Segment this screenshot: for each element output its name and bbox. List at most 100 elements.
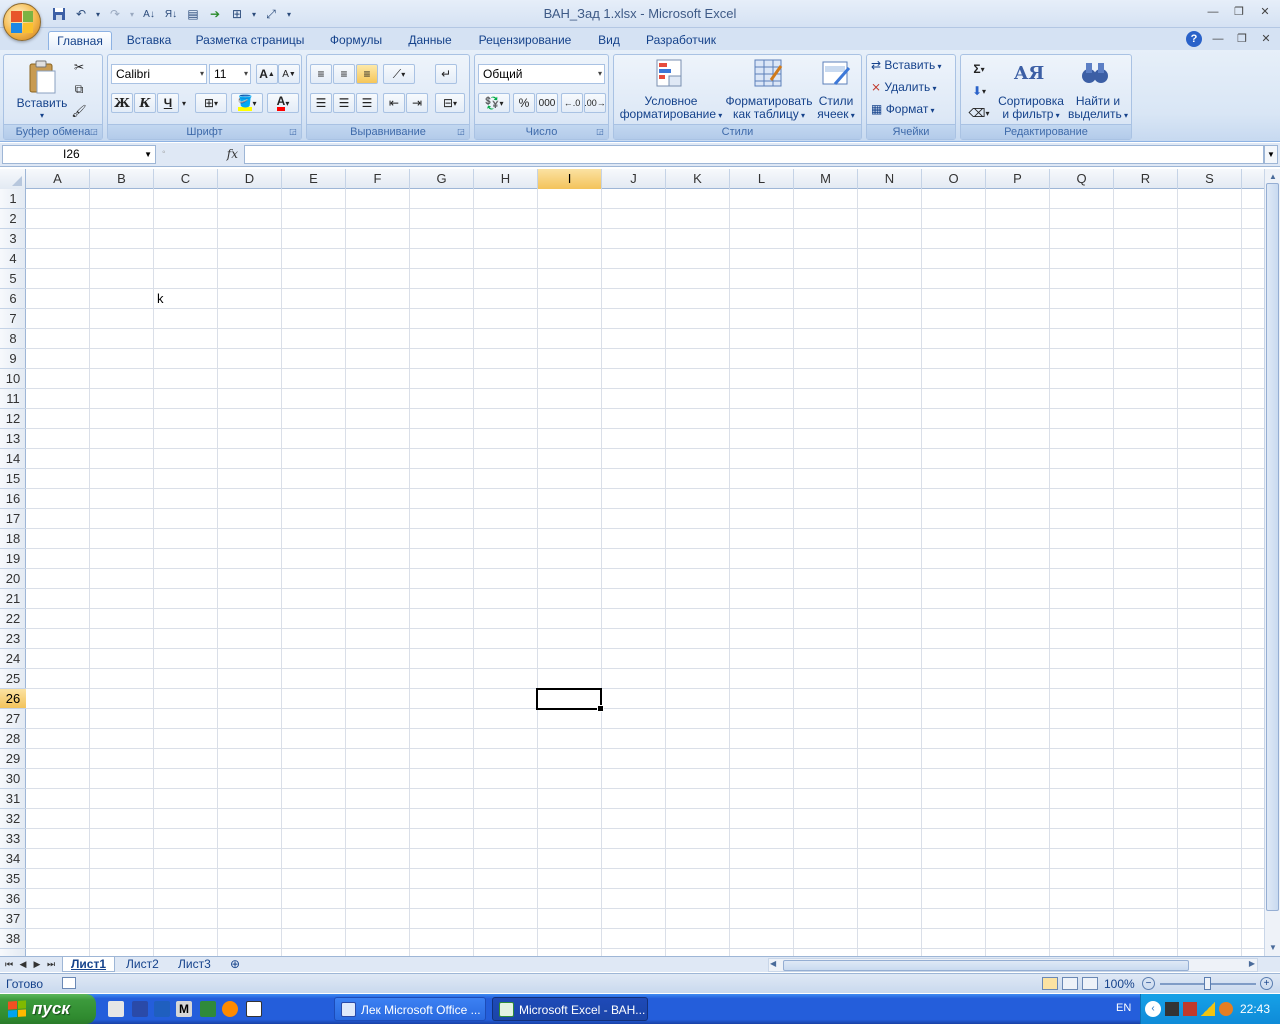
row-header-21[interactable]: 21 [0, 589, 26, 609]
row-header-35[interactable]: 35 [0, 869, 26, 889]
scroll-down-icon[interactable]: ▼ [1265, 940, 1280, 956]
last-sheet-icon[interactable]: ⏭ [44, 957, 58, 972]
cell-styles-button[interactable]: Стили ячеек ▾ [812, 95, 860, 122]
expand-formula-bar-icon[interactable]: ▼ [1264, 145, 1278, 164]
row-header-34[interactable]: 34 [0, 849, 26, 869]
scroll-left-icon[interactable]: ◀ [770, 959, 776, 968]
row-header-12[interactable]: 12 [0, 409, 26, 429]
percent-button[interactable]: % [513, 93, 535, 113]
align-left-icon[interactable]: ☰ [310, 93, 332, 113]
tab-data[interactable]: Данные [400, 31, 460, 51]
accounting-format-icon[interactable]: 💱 ▾ [478, 93, 510, 113]
insert-function-button[interactable]: fx [227, 147, 238, 161]
row-header-25[interactable]: 25 [0, 669, 26, 689]
start-button[interactable]: пуск [0, 994, 96, 1024]
language-indicator[interactable]: EN [1116, 1002, 1131, 1014]
clipboard-launcher-icon[interactable]: ◲ [89, 127, 99, 137]
align-top-icon[interactable]: ≡ [310, 64, 332, 84]
page-layout-view-icon[interactable] [1062, 977, 1078, 990]
thousands-button[interactable]: 000 [536, 93, 558, 113]
merge-center-icon[interactable]: ⊟ ▾ [435, 93, 465, 113]
sheet-tab-3[interactable]: Лист3 [170, 957, 219, 972]
select-all-button[interactable] [0, 169, 26, 189]
column-header-r[interactable]: R [1114, 169, 1178, 189]
row-header-36[interactable]: 36 [0, 889, 26, 909]
quicklaunch-app-icon[interactable] [132, 1001, 148, 1017]
underline-button[interactable]: Ч [157, 93, 179, 113]
sheet-tab-1[interactable]: Лист1 [62, 957, 116, 972]
quicklaunch-m-icon[interactable]: M [176, 1001, 192, 1017]
tray-app-icon[interactable] [1165, 1002, 1179, 1016]
increase-indent-icon[interactable]: ⇥ [406, 93, 428, 113]
row-header-19[interactable]: 19 [0, 549, 26, 569]
row-header-32[interactable]: 32 [0, 809, 26, 829]
row-header-16[interactable]: 16 [0, 489, 26, 509]
alignment-launcher-icon[interactable]: ◲ [456, 127, 466, 137]
grow-font-button[interactable]: A ▲ [256, 64, 278, 84]
help-icon[interactable]: ? [1186, 31, 1202, 47]
restore-icon[interactable]: ❐ [1230, 4, 1248, 20]
minimize-icon[interactable]: — [1204, 4, 1222, 20]
column-header-b[interactable]: B [90, 169, 154, 189]
zoom-slider-knob[interactable] [1204, 977, 1211, 990]
decrease-decimal-icon[interactable]: .00→ [584, 93, 606, 113]
column-header-i[interactable]: I [538, 169, 602, 189]
row-header-27[interactable]: 27 [0, 709, 26, 729]
paste-icon[interactable] [26, 59, 58, 95]
macro-record-icon[interactable] [62, 977, 76, 989]
shrink-font-button[interactable]: A ▼ [278, 64, 300, 84]
vertical-scrollbar[interactable]: ▲ ▼ [1264, 169, 1280, 956]
column-header-d[interactable]: D [218, 169, 282, 189]
column-header-g[interactable]: G [410, 169, 474, 189]
normal-view-icon[interactable] [1042, 977, 1058, 990]
tab-insert[interactable]: Вставка [118, 31, 180, 51]
row-header-20[interactable]: 20 [0, 569, 26, 589]
row-header-28[interactable]: 28 [0, 729, 26, 749]
autosum-icon[interactable]: Σ ▾ [965, 59, 993, 79]
column-header-m[interactable]: M [794, 169, 858, 189]
column-header-f[interactable]: F [346, 169, 410, 189]
chevron-down-icon[interactable]: ▼ [144, 146, 152, 163]
align-middle-icon[interactable]: ≡ [333, 64, 355, 84]
formula-input[interactable] [244, 145, 1264, 164]
row-header-1[interactable]: 1 [0, 189, 26, 209]
page-break-view-icon[interactable] [1082, 977, 1098, 990]
column-header-h[interactable]: H [474, 169, 538, 189]
borders-button[interactable]: ⊞ ▾ [195, 93, 227, 113]
copy-icon[interactable]: ⧉ [68, 79, 90, 99]
column-header-e[interactable]: E [282, 169, 346, 189]
cut-icon[interactable]: ✂ [68, 57, 90, 77]
scroll-right-icon[interactable]: ▶ [1249, 959, 1255, 968]
format-cells-button[interactable]: ▦ Формат ▾ [871, 103, 953, 117]
zoom-in-icon[interactable]: + [1260, 977, 1273, 990]
row-header-24[interactable]: 24 [0, 649, 26, 669]
number-launcher-icon[interactable]: ◲ [595, 127, 605, 137]
active-cell-selection[interactable] [536, 688, 604, 712]
tray-signal-icon[interactable] [1201, 1002, 1215, 1016]
fill-color-button[interactable]: 🪣 ▾ [231, 93, 263, 113]
zoom-out-icon[interactable]: − [1142, 977, 1155, 990]
horizontal-scrollbar[interactable]: ◀ ▶ [768, 958, 1258, 972]
column-header-p[interactable]: P [986, 169, 1050, 189]
column-header-a[interactable]: A [26, 169, 90, 189]
minimize-workbook-icon[interactable]: — [1210, 31, 1226, 47]
next-sheet-icon[interactable]: ▶ [30, 957, 44, 972]
align-right-icon[interactable]: ☰ [356, 93, 378, 113]
row-header-14[interactable]: 14 [0, 449, 26, 469]
restore-workbook-icon[interactable]: ❐ [1234, 31, 1250, 47]
close-workbook-icon[interactable]: ✕ [1258, 31, 1274, 47]
tray-expand-icon[interactable]: ‹ [1145, 1001, 1161, 1017]
prev-sheet-icon[interactable]: ◀ [16, 957, 30, 972]
column-header-k[interactable]: K [666, 169, 730, 189]
column-header-s[interactable]: S [1178, 169, 1242, 189]
sheet-tab-2[interactable]: Лист2 [118, 957, 167, 972]
clear-icon[interactable]: ⌫ ▾ [965, 103, 993, 123]
column-header-c[interactable]: C [154, 169, 218, 189]
delete-cells-button[interactable]: ⨯ Удалить ▾ [871, 81, 953, 95]
tab-home[interactable]: Главная [48, 31, 112, 51]
horizontal-scroll-thumb[interactable] [783, 960, 1189, 971]
column-header-o[interactable]: O [922, 169, 986, 189]
row-header-17[interactable]: 17 [0, 509, 26, 529]
row-header-38[interactable]: 38 [0, 929, 26, 949]
row-header-4[interactable]: 4 [0, 249, 26, 269]
